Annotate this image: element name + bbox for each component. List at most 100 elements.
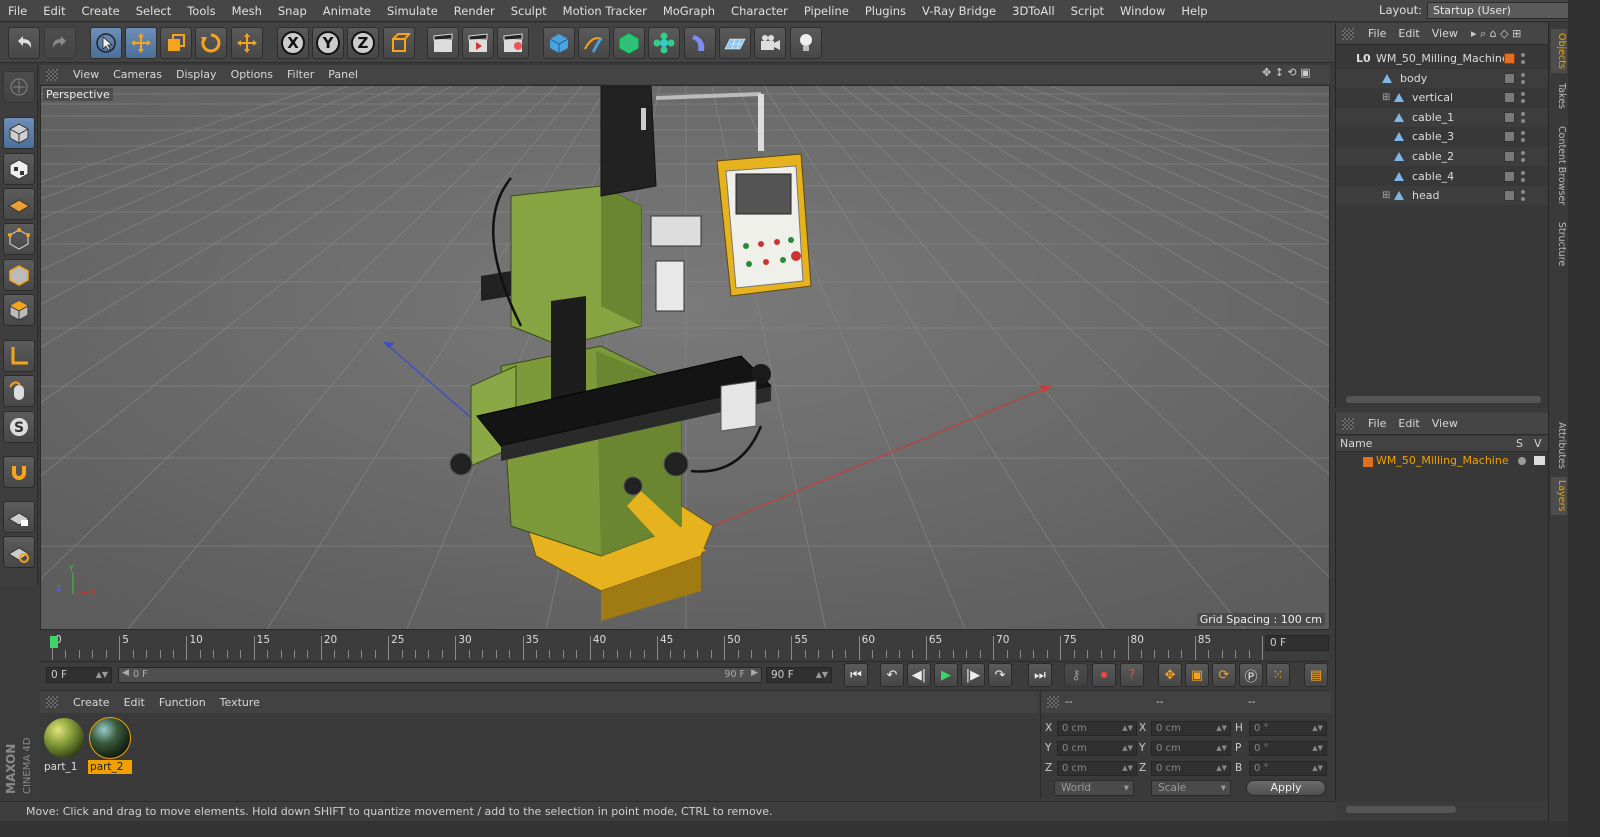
- visibility-tag[interactable]: [1504, 170, 1515, 182]
- menu-select[interactable]: Select: [128, 4, 179, 18]
- tab-structure[interactable]: Structure: [1551, 219, 1567, 269]
- tab-layers[interactable]: Layers: [1551, 477, 1567, 515]
- play-button[interactable]: ▶: [934, 663, 958, 687]
- go-to-end-button[interactable]: ⏭: [1028, 663, 1052, 687]
- go-to-start-button[interactable]: ⏮: [844, 663, 868, 687]
- viewport-menu-filter[interactable]: Filter: [280, 68, 321, 81]
- object-row[interactable]: cable_1: [1336, 107, 1549, 127]
- object-row[interactable]: ⊞ head: [1336, 186, 1549, 206]
- object-manager-tools[interactable]: ▸ ⌕ ⌂ ◇ ⊞: [1471, 27, 1549, 41]
- key-position-button[interactable]: ✥: [1158, 663, 1182, 687]
- viewport-menu-view[interactable]: View: [66, 68, 106, 81]
- tab-objects[interactable]: Objects: [1551, 29, 1567, 73]
- expand-icon[interactable]: ⊞: [1382, 186, 1390, 205]
- menu-motion-tracker[interactable]: Motion Tracker: [555, 4, 655, 18]
- visibility-tag[interactable]: [1504, 72, 1515, 84]
- menu-script[interactable]: Script: [1063, 4, 1112, 18]
- pen-spline-button[interactable]: [578, 27, 610, 59]
- size-mode-select[interactable]: Scale ▾: [1151, 780, 1231, 796]
- layout-select[interactable]: Startup (User): [1427, 2, 1580, 19]
- render-visibility-dot[interactable]: [1521, 138, 1525, 143]
- menu-sculpt[interactable]: Sculpt: [503, 4, 555, 18]
- key-scale-button[interactable]: ▣: [1185, 663, 1209, 687]
- menu-simulate[interactable]: Simulate: [379, 4, 446, 18]
- redo-button[interactable]: [44, 27, 76, 59]
- object-row[interactable]: cable_2: [1336, 147, 1549, 166]
- menu-file[interactable]: File: [0, 4, 35, 18]
- tab-attributes[interactable]: Attributes: [1551, 419, 1567, 471]
- render-visibility-dot[interactable]: [1521, 158, 1525, 162]
- autokey-button[interactable]: ?: [1120, 663, 1144, 687]
- tab-takes[interactable]: Takes: [1551, 79, 1567, 113]
- layer-row[interactable]: WM_50_Milling_Machine: [1336, 453, 1549, 470]
- material-swatch-part-1[interactable]: part_1: [42, 716, 86, 773]
- visibility-tag[interactable]: [1504, 111, 1515, 123]
- planar-workplane-button[interactable]: [3, 536, 35, 568]
- editor-visibility-dot[interactable]: [1521, 151, 1525, 155]
- menu-help[interactable]: Help: [1173, 4, 1215, 18]
- motion-record-button[interactable]: ⚷: [1064, 663, 1088, 687]
- magnet-button[interactable]: [3, 456, 35, 488]
- tweak-mode-button[interactable]: [3, 375, 35, 407]
- coordinate-mode-select[interactable]: World ▾: [1054, 780, 1134, 796]
- menu-character[interactable]: Character: [723, 4, 796, 18]
- make-editable-button[interactable]: [3, 71, 35, 103]
- record-button[interactable]: ⏺: [1092, 663, 1116, 687]
- viewport-menu-panel[interactable]: Panel: [321, 68, 365, 81]
- coord-value-field[interactable]: 0 cm ▲▼: [1057, 741, 1137, 756]
- menu-animate[interactable]: Animate: [315, 4, 379, 18]
- previous-key-button[interactable]: ↶: [880, 663, 904, 687]
- material-menu-create[interactable]: Create: [66, 696, 117, 709]
- coord-value-field[interactable]: 0 cm ▲▼: [1151, 741, 1231, 756]
- key-parameter-button[interactable]: Ⓟ: [1239, 663, 1263, 687]
- material-menu-function[interactable]: Function: [152, 696, 213, 709]
- cloner-button[interactable]: [648, 27, 680, 59]
- tab-content-browser[interactable]: Content Browser: [1551, 121, 1567, 211]
- perspective-viewport[interactable]: Y X Z Perspective Grid Spacing : 100 cm: [40, 85, 1330, 630]
- render-view-button[interactable]: [427, 27, 459, 59]
- timeline-ruler[interactable]: 051015202530354045505560657075808590 0 F: [40, 632, 1330, 660]
- layer-solo-icon[interactable]: [1518, 457, 1526, 465]
- visibility-tag[interactable]: [1504, 53, 1515, 64]
- menu-snap[interactable]: Snap: [270, 4, 315, 18]
- render-visibility-dot[interactable]: [1521, 197, 1525, 202]
- editor-visibility-dot[interactable]: [1521, 92, 1525, 97]
- render-settings-button[interactable]: [497, 27, 529, 59]
- axis-mode-button[interactable]: [3, 340, 35, 372]
- current-frame-field[interactable]: 0 F: [1265, 635, 1329, 651]
- object-manager-scrollbar[interactable]: [1346, 396, 1541, 403]
- object-row[interactable]: cable_3: [1336, 127, 1549, 146]
- workplane-mode-button[interactable]: [3, 188, 35, 220]
- editor-visibility-dot[interactable]: [1521, 53, 1525, 57]
- last-tool-button[interactable]: [231, 27, 263, 59]
- camera-button[interactable]: [754, 27, 786, 59]
- render-visibility-dot[interactable]: [1521, 79, 1525, 84]
- viewport-menu-cameras[interactable]: Cameras: [106, 68, 169, 81]
- lock-workplane-button[interactable]: [3, 501, 35, 533]
- object-menu-file[interactable]: File: [1362, 27, 1392, 40]
- deformer-button[interactable]: [684, 27, 716, 59]
- render-picture-viewer-button[interactable]: [462, 27, 494, 59]
- apply-button[interactable]: Apply: [1246, 780, 1326, 796]
- viewport-menu-options[interactable]: Options: [224, 68, 280, 81]
- expand-icon[interactable]: ⊞: [1382, 88, 1390, 107]
- layer-menu-edit[interactable]: Edit: [1392, 417, 1425, 430]
- visibility-tag[interactable]: [1504, 131, 1515, 143]
- subdivision-surface-button[interactable]: [613, 27, 645, 59]
- coord-value-field[interactable]: 0 cm ▲▼: [1151, 721, 1231, 736]
- menu-tools[interactable]: Tools: [179, 4, 223, 18]
- object-row[interactable]: ⊞ vertical: [1336, 88, 1549, 107]
- scale-tool-button[interactable]: [160, 27, 192, 59]
- end-frame-field[interactable]: 90 F ▲▼: [766, 667, 832, 683]
- frame-range-slider[interactable]: ◀ 0 F 90 F ▶: [118, 667, 762, 683]
- editor-visibility-dot[interactable]: [1521, 131, 1525, 136]
- points-mode-button[interactable]: [3, 223, 35, 255]
- z-axis-button[interactable]: Z: [347, 27, 379, 59]
- render-visibility-dot[interactable]: [1521, 118, 1525, 123]
- previous-frame-button[interactable]: ◀|: [907, 663, 931, 687]
- timeline-ticks[interactable]: 051015202530354045505560657075808590: [52, 632, 1278, 660]
- material-menu-edit[interactable]: Edit: [117, 696, 152, 709]
- menu-edit[interactable]: Edit: [35, 4, 73, 18]
- edges-mode-button[interactable]: [3, 259, 35, 291]
- object-menu-edit[interactable]: Edit: [1392, 27, 1425, 40]
